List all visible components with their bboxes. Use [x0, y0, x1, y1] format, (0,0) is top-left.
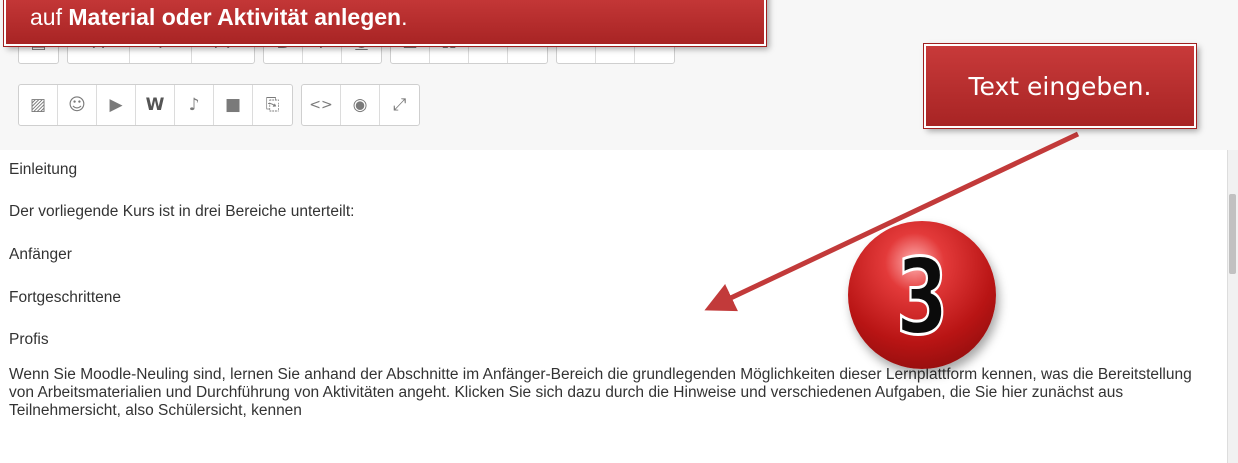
step-number: 3 [895, 236, 949, 358]
scrollbar-thumb[interactable] [1229, 194, 1236, 274]
instruction-banner-top: auf Material oder Aktivität anlegen. [4, 0, 766, 46]
content-paragraph: Wenn Sie Moodle-Neuling sind, lernen Sie… [9, 366, 1192, 419]
content-line-fortgeschrittene: Fortgeschrittene [9, 289, 121, 306]
banner-right-text: Text eingeben. [968, 71, 1152, 101]
editor-scrollbar[interactable] [1227, 150, 1238, 463]
toolbar-row-2: ▨ ☺ ▶ W ♪ ■ ⎘ <> ◉ ⤢ [18, 84, 420, 126]
record-audio-button[interactable]: ♪ [175, 85, 214, 125]
banner-top-bold: Material oder Aktivität anlegen [68, 4, 402, 30]
media-button[interactable]: ▶ [97, 85, 136, 125]
banner-top-prefix: auf [30, 4, 69, 30]
content-line-profis: Profis [9, 331, 49, 348]
toolbar-group-media: ▨ ☺ ▶ W ♪ ■ ⎘ [18, 84, 293, 126]
step-number-badge: 3 [848, 221, 996, 369]
paste-button[interactable]: ⎘ [253, 85, 292, 125]
record-video-button[interactable]: ■ [214, 85, 253, 125]
fullscreen-button[interactable]: ⤢ [380, 85, 419, 125]
banner-top-suffix: . [401, 4, 408, 30]
html-button[interactable]: <> [302, 85, 341, 125]
content-line-anfaenger: Anfänger [9, 246, 72, 263]
content-line-intro: Der vorliegende Kurs ist in drei Bereich… [9, 203, 355, 220]
image-button[interactable]: ▨ [19, 85, 58, 125]
editor-content-area[interactable]: Einleitung Der vorliegende Kurs ist in d… [0, 150, 1228, 463]
preview-button[interactable]: ◉ [341, 85, 380, 125]
toolbar-group-view: <> ◉ ⤢ [301, 84, 420, 126]
instruction-banner-right: Text eingeben. [924, 44, 1196, 128]
emoticon-button[interactable]: ☺ [58, 85, 97, 125]
content-line-einleitung: Einleitung [9, 161, 78, 178]
word-import-button[interactable]: W [136, 85, 175, 125]
